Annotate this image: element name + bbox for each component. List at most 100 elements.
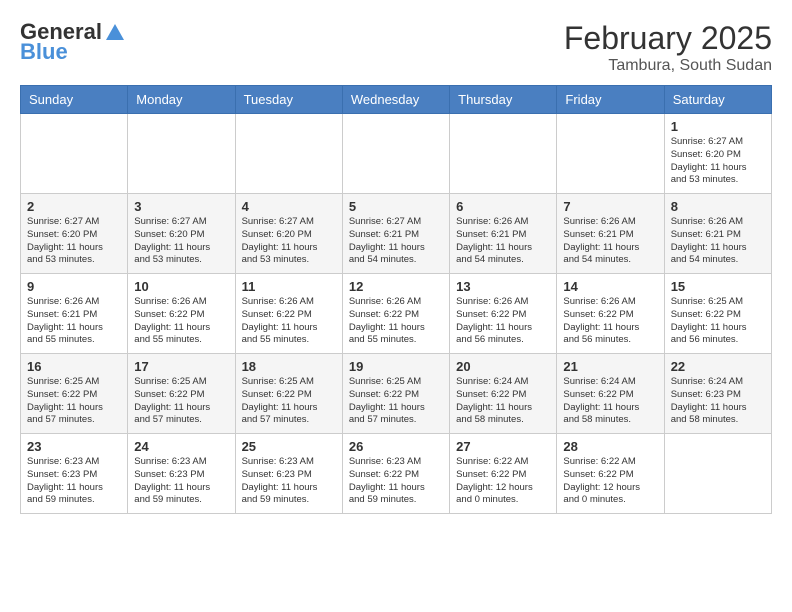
day-number: 21 (563, 359, 657, 374)
day-info: Sunrise: 6:23 AM Sunset: 6:23 PM Dayligh… (242, 456, 336, 507)
calendar-cell: 11Sunrise: 6:26 AM Sunset: 6:22 PM Dayli… (235, 274, 342, 354)
weekday-header-thursday: Thursday (450, 86, 557, 114)
day-number: 24 (134, 439, 228, 454)
day-info: Sunrise: 6:26 AM Sunset: 6:22 PM Dayligh… (456, 296, 550, 347)
day-info: Sunrise: 6:27 AM Sunset: 6:20 PM Dayligh… (134, 216, 228, 267)
calendar-cell: 15 Sunrise: 6:25 AM Sunset: 6:22 PM Dayli… (664, 274, 771, 354)
weekday-header-tuesday: Tuesday (235, 86, 342, 114)
logo-arrow-icon (104, 22, 126, 44)
day-number: 15 (671, 279, 765, 294)
day-number: 17 (134, 359, 228, 374)
calendar-week-3: 9 Sunrise: 6:26 AM Sunset: 6:21 PM Daylig… (21, 274, 772, 354)
location-subtitle: Tambura, South Sudan (564, 57, 772, 75)
day-number: 18 (242, 359, 336, 374)
calendar-cell: 22 Sunrise: 6:24 AM Sunset: 6:23 PM Dayli… (664, 354, 771, 434)
day-info: Sunrise: 6:23 AM Sunset: 6:23 PM Dayligh… (27, 456, 121, 507)
calendar-cell: 24 Sunrise: 6:23 AM Sunset: 6:23 PM Dayli… (128, 434, 235, 514)
calendar-cell (128, 114, 235, 194)
calendar-cell: 3 Sunrise: 6:27 AM Sunset: 6:20 PM Daylig… (128, 194, 235, 274)
day-info: Sunrise: 6:27 AM Sunset: 6:20 PM Dayligh… (27, 216, 121, 267)
calendar-cell: 8 Sunrise: 6:26 AM Sunset: 6:21 PM Daylig… (664, 194, 771, 274)
calendar-cell: 18 Sunrise: 6:25 AM Sunset: 6:22 PM Dayli… (235, 354, 342, 434)
weekday-header-monday: Monday (128, 86, 235, 114)
day-number: 6 (456, 199, 550, 214)
day-number: 25 (242, 439, 336, 454)
page-header: General Blue February 2025 Tambura, Sout… (20, 20, 772, 75)
title-block: February 2025 Tambura, South Sudan (564, 20, 772, 75)
day-info: Sunrise: 6:27 AM Sunset: 6:20 PM Dayligh… (671, 136, 765, 187)
day-info: Sunrise: 6:26 AM Sunset: 6:21 PM Dayligh… (563, 216, 657, 267)
calendar-table: SundayMondayTuesdayWednesdayThursdayFrid… (20, 85, 772, 514)
calendar-week-2: 2 Sunrise: 6:27 AM Sunset: 6:20 PM Daylig… (21, 194, 772, 274)
day-info: Sunrise: 6:26 AM Sunset: 6:21 PM Dayligh… (27, 296, 121, 347)
calendar-cell: 4Sunrise: 6:27 AM Sunset: 6:20 PM Daylig… (235, 194, 342, 274)
day-info: Sunrise: 6:26 AM Sunset: 6:22 PM Dayligh… (134, 296, 228, 347)
day-number: 26 (349, 439, 443, 454)
calendar-cell (664, 434, 771, 514)
day-info: Sunrise: 6:26 AM Sunset: 6:21 PM Dayligh… (456, 216, 550, 267)
weekday-header-row: SundayMondayTuesdayWednesdayThursdayFrid… (21, 86, 772, 114)
day-info: Sunrise: 6:26 AM Sunset: 6:22 PM Dayligh… (563, 296, 657, 347)
calendar-cell (342, 114, 449, 194)
calendar-cell (450, 114, 557, 194)
day-info: Sunrise: 6:23 AM Sunset: 6:23 PM Dayligh… (134, 456, 228, 507)
day-info: Sunrise: 6:22 AM Sunset: 6:22 PM Dayligh… (563, 456, 657, 507)
calendar-cell: 6 Sunrise: 6:26 AM Sunset: 6:21 PM Daylig… (450, 194, 557, 274)
calendar-cell (235, 114, 342, 194)
calendar-cell: 27Sunrise: 6:22 AM Sunset: 6:22 PM Dayli… (450, 434, 557, 514)
day-info: Sunrise: 6:23 AM Sunset: 6:22 PM Dayligh… (349, 456, 443, 507)
weekday-header-sunday: Sunday (21, 86, 128, 114)
calendar-cell: 16 Sunrise: 6:25 AM Sunset: 6:22 PM Dayli… (21, 354, 128, 434)
day-number: 28 (563, 439, 657, 454)
calendar-week-4: 16 Sunrise: 6:25 AM Sunset: 6:22 PM Dayli… (21, 354, 772, 434)
day-number: 23 (27, 439, 121, 454)
day-number: 7 (563, 199, 657, 214)
calendar-cell: 12 Sunrise: 6:26 AM Sunset: 6:22 PM Dayli… (342, 274, 449, 354)
calendar-cell: 9 Sunrise: 6:26 AM Sunset: 6:21 PM Daylig… (21, 274, 128, 354)
day-number: 9 (27, 279, 121, 294)
day-info: Sunrise: 6:25 AM Sunset: 6:22 PM Dayligh… (242, 376, 336, 427)
day-number: 2 (27, 199, 121, 214)
calendar-cell: 13 Sunrise: 6:26 AM Sunset: 6:22 PM Dayli… (450, 274, 557, 354)
day-number: 11 (242, 279, 336, 294)
calendar-week-5: 23 Sunrise: 6:23 AM Sunset: 6:23 PM Dayli… (21, 434, 772, 514)
calendar-cell: 2 Sunrise: 6:27 AM Sunset: 6:20 PM Daylig… (21, 194, 128, 274)
calendar-cell: 26 Sunrise: 6:23 AM Sunset: 6:22 PM Dayli… (342, 434, 449, 514)
calendar-cell: 23 Sunrise: 6:23 AM Sunset: 6:23 PM Dayli… (21, 434, 128, 514)
weekday-header-saturday: Saturday (664, 86, 771, 114)
day-info: Sunrise: 6:26 AM Sunset: 6:21 PM Dayligh… (671, 216, 765, 267)
day-info: Sunrise: 6:26 AM Sunset: 6:22 PM Dayligh… (349, 296, 443, 347)
day-info: Sunrise: 6:25 AM Sunset: 6:22 PM Dayligh… (27, 376, 121, 427)
calendar-cell (557, 114, 664, 194)
day-number: 1 (671, 119, 765, 134)
calendar-cell: 25 Sunrise: 6:23 AM Sunset: 6:23 PM Dayli… (235, 434, 342, 514)
day-number: 5 (349, 199, 443, 214)
day-info: Sunrise: 6:27 AM Sunset: 6:21 PM Dayligh… (349, 216, 443, 267)
day-number: 3 (134, 199, 228, 214)
weekday-header-wednesday: Wednesday (342, 86, 449, 114)
calendar-week-1: 1 Sunrise: 6:27 AM Sunset: 6:20 PM Daylig… (21, 114, 772, 194)
day-number: 16 (27, 359, 121, 374)
day-info: Sunrise: 6:24 AM Sunset: 6:23 PM Dayligh… (671, 376, 765, 427)
calendar-cell: 21 Sunrise: 6:24 AM Sunset: 6:22 PM Dayli… (557, 354, 664, 434)
day-number: 19 (349, 359, 443, 374)
calendar-cell: 17Sunrise: 6:25 AM Sunset: 6:22 PM Dayli… (128, 354, 235, 434)
calendar-cell (21, 114, 128, 194)
day-number: 12 (349, 279, 443, 294)
calendar-cell: 20Sunrise: 6:24 AM Sunset: 6:22 PM Dayli… (450, 354, 557, 434)
day-number: 13 (456, 279, 550, 294)
calendar-cell: 19 Sunrise: 6:25 AM Sunset: 6:22 PM Dayli… (342, 354, 449, 434)
month-title: February 2025 (564, 20, 772, 57)
calendar-cell: 10Sunrise: 6:26 AM Sunset: 6:22 PM Dayli… (128, 274, 235, 354)
weekday-header-friday: Friday (557, 86, 664, 114)
day-info: Sunrise: 6:25 AM Sunset: 6:22 PM Dayligh… (671, 296, 765, 347)
calendar-cell: 28 Sunrise: 6:22 AM Sunset: 6:22 PM Dayli… (557, 434, 664, 514)
calendar-cell: 14 Sunrise: 6:26 AM Sunset: 6:22 PM Dayli… (557, 274, 664, 354)
day-info: Sunrise: 6:25 AM Sunset: 6:22 PM Dayligh… (349, 376, 443, 427)
day-info: Sunrise: 6:27 AM Sunset: 6:20 PM Dayligh… (242, 216, 336, 267)
day-number: 14 (563, 279, 657, 294)
day-info: Sunrise: 6:24 AM Sunset: 6:22 PM Dayligh… (563, 376, 657, 427)
day-info: Sunrise: 6:22 AM Sunset: 6:22 PM Dayligh… (456, 456, 550, 507)
day-number: 22 (671, 359, 765, 374)
day-number: 8 (671, 199, 765, 214)
